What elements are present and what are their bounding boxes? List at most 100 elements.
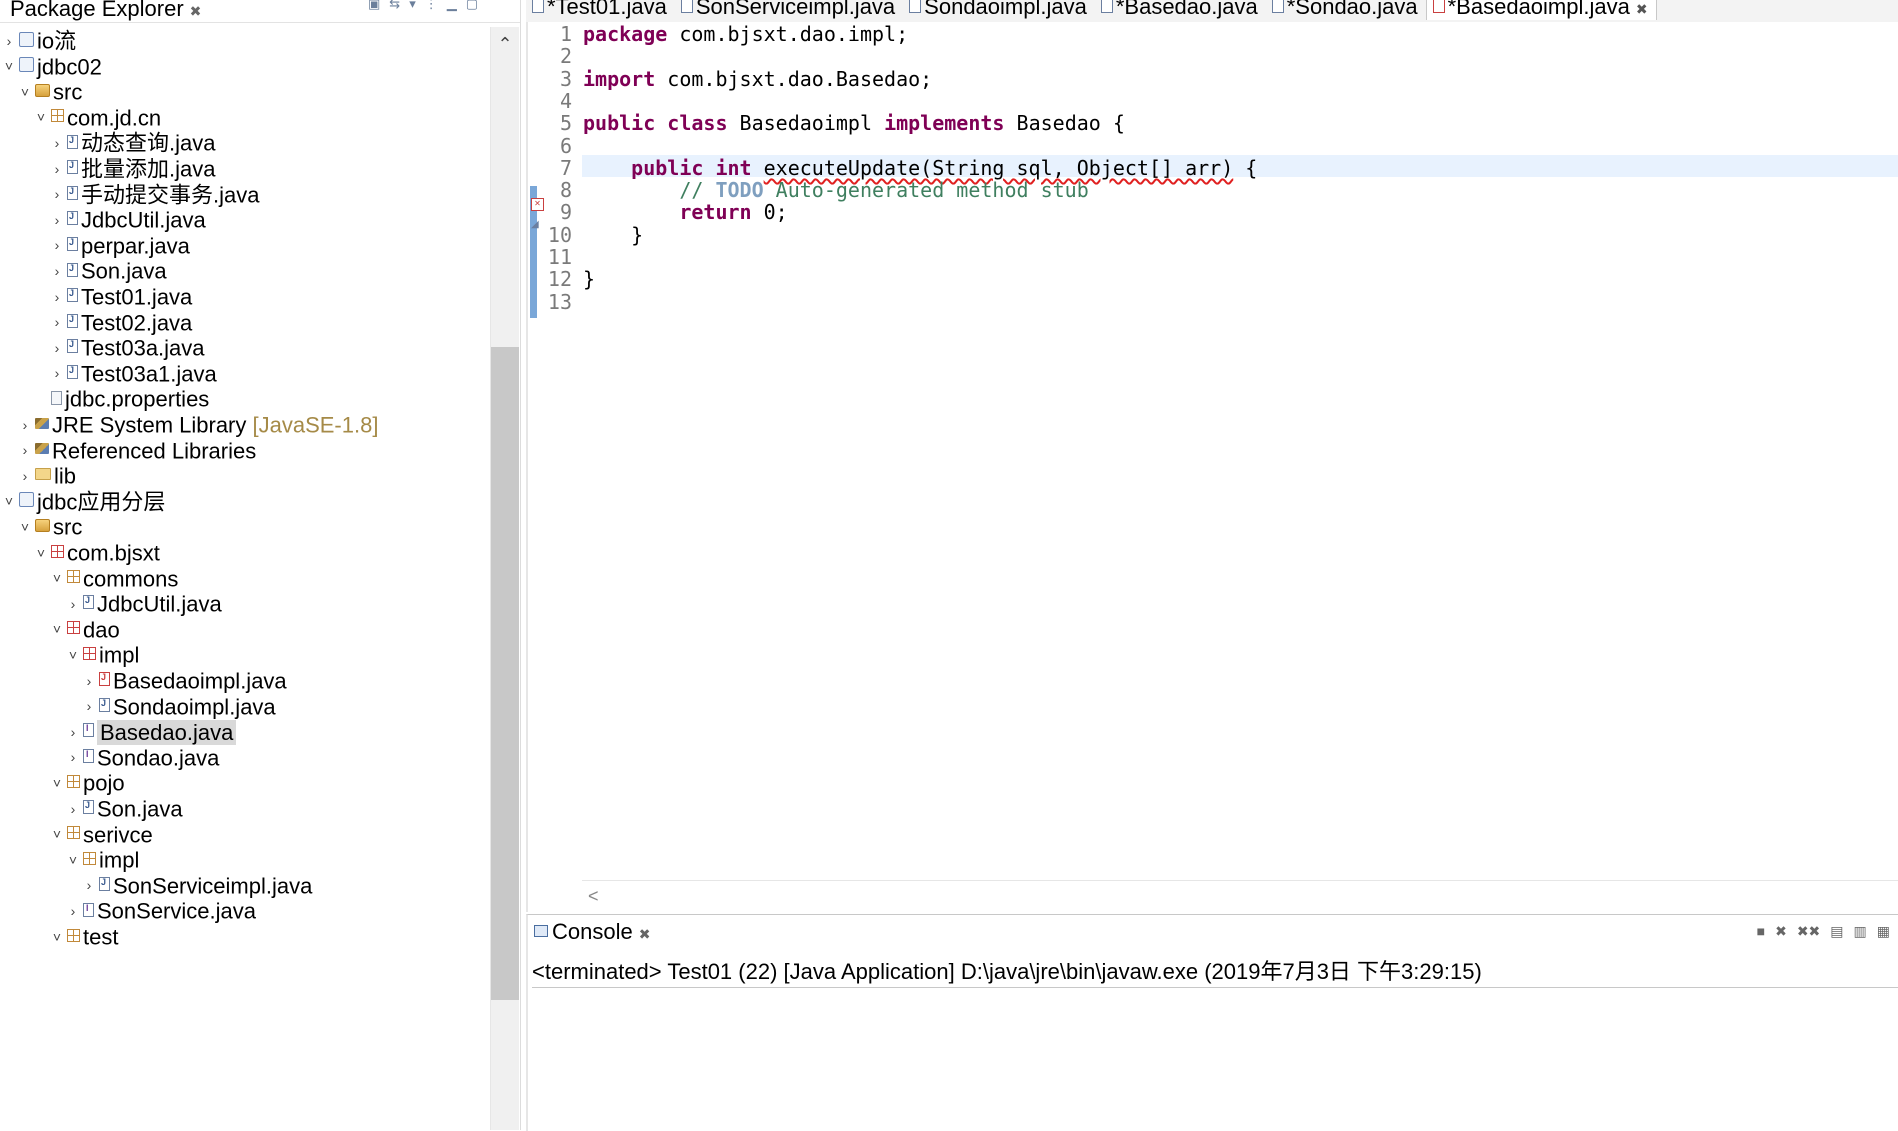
code-editor: *Test01.java SonServiceimpl.java Sondaoimp… <box>526 0 1898 912</box>
terminate-icon[interactable]: ■ <box>1757 923 1765 940</box>
line-number: 13 <box>547 289 572 314</box>
console-icon <box>534 925 548 937</box>
explorer-toolbar: ▣ ⇆ ▾ ⋮ ▁ ▢ <box>368 0 478 12</box>
console-tab-label: Console <box>552 919 633 944</box>
package-error-icon <box>83 647 96 661</box>
keyword-token: class <box>667 111 728 136</box>
package-icon <box>83 851 96 865</box>
close-icon[interactable]: ✖ <box>1636 1 1648 17</box>
console-tab[interactable]: Console ✖ <box>534 919 650 947</box>
maximize-icon[interactable]: ▢ <box>466 0 478 12</box>
link-with-editor-icon[interactable]: ⇆ <box>389 0 400 12</box>
java-file-icon <box>67 313 78 328</box>
editor-tab[interactable]: *Basedao.java <box>1095 0 1266 20</box>
code-line: public class Basedaoimpl implements Base… <box>583 110 1125 137</box>
editor-tab-label: *Test01.java <box>547 0 667 19</box>
code-token: Basedaoimpl <box>727 111 885 136</box>
remove-all-terminated-icon[interactable]: ✖✖ <box>1797 923 1820 940</box>
editor-tab[interactable]: SonServiceimpl.java <box>675 0 903 20</box>
close-icon[interactable]: ✖ <box>639 926 651 942</box>
console-toolbar: ■ ✖ ✖✖ ▤ ▥ ▦ <box>1757 923 1890 940</box>
package-icon <box>67 775 80 789</box>
java-file-icon <box>67 236 78 251</box>
scrollbar-thumb[interactable] <box>491 347 519 1000</box>
java-file-icon <box>99 697 110 712</box>
code-line: } <box>583 222 643 249</box>
console-view: Console ✖ ■ ✖ ✖✖ ▤ ▥ ▦ <terminated> Test0… <box>526 914 1898 1131</box>
java-file-icon <box>67 338 78 354</box>
java-interface-icon <box>83 748 94 763</box>
java-file-icon <box>67 159 78 175</box>
package-icon <box>51 109 64 123</box>
java-file-icon <box>67 210 78 226</box>
remove-launch-icon[interactable]: ✖ <box>1775 923 1787 940</box>
package-icon <box>67 570 80 584</box>
scroll-lock-icon[interactable]: ▥ <box>1854 923 1867 940</box>
comment-token: Auto-generated method stub <box>763 178 1089 203</box>
editor-tab[interactable]: *Test01.java <box>526 0 675 20</box>
java-file-error-icon <box>99 671 110 687</box>
package-icon <box>67 928 80 942</box>
java-file-icon <box>1100 0 1113 13</box>
keyword-token: implements <box>884 111 1005 136</box>
line-number-gutter: ✕ ◢ 1 2 3 4 5 6 7 8 9 10 11 12 13 <box>528 22 582 882</box>
console-status-line: <terminated> Test01 (22) [Java Applicati… <box>532 957 1898 988</box>
java-file-icon <box>67 134 78 149</box>
java-interface-icon <box>83 722 94 738</box>
view-menu-icon[interactable]: ⋮ <box>425 0 438 12</box>
tree-item[interactable]: ˅ test <box>48 920 119 953</box>
view-title: Package Explorer <box>10 0 184 21</box>
package-error-icon <box>67 621 80 635</box>
project-icon <box>19 492 34 508</box>
code-token: { <box>1233 155 1258 180</box>
keyword-token: public <box>583 111 656 136</box>
scroll-up-icon[interactable]: ⌃ <box>491 27 519 61</box>
editor-text-area[interactable]: ✕ ◢ 1 2 3 4 5 6 7 8 9 10 11 12 13 package com.bjsxt.… <box>526 22 1898 912</box>
java-file-icon <box>99 876 110 891</box>
tree-item-label: test <box>83 924 119 950</box>
editor-tab-label: Sondaoimpl.java <box>924 0 1087 19</box>
code-token: com.bjsxt.dao.impl; <box>667 22 909 46</box>
library-icon <box>35 417 49 429</box>
code-line: import com.bjsxt.dao.Basedao; <box>583 66 932 93</box>
filters-icon[interactable]: ▾ <box>409 0 416 12</box>
project-icon <box>19 57 34 73</box>
editor-tab[interactable]: *Sondao.java <box>1266 0 1426 20</box>
tree-item-label: Referenced Libraries <box>52 438 257 464</box>
package-icon <box>67 826 80 840</box>
clear-console-icon[interactable]: ▤ <box>1830 923 1843 940</box>
scroll-left-icon[interactable]: < <box>588 881 599 911</box>
editor-tab-label: SonServiceimpl.java <box>695 0 896 19</box>
editor-tab-label: *Basedaoimpl.java <box>1447 0 1630 19</box>
explorer-scrollbar[interactable]: ⌃ <box>490 27 519 1130</box>
editor-tab-label: *Sondao.java <box>1286 0 1418 19</box>
code-token: } <box>583 267 596 292</box>
horizontal-scrollbar[interactable]: < <box>582 880 1898 911</box>
java-file-icon <box>67 287 78 303</box>
folder-icon <box>35 468 51 481</box>
source-folder-icon <box>35 83 50 97</box>
java-file-icon <box>83 799 94 815</box>
project-icon <box>19 31 34 47</box>
java-file-icon <box>532 0 544 13</box>
expanded-arrow-icon[interactable]: ˅ <box>48 922 66 953</box>
code-token: 0; <box>751 200 788 225</box>
source-folder-icon <box>35 519 50 533</box>
properties-file-icon <box>51 390 62 405</box>
java-file-icon <box>1271 0 1284 13</box>
code-token: Basedao { <box>1004 111 1125 136</box>
editor-tab[interactable]: Sondaoimpl.java <box>903 0 1095 20</box>
keyword-token: import <box>583 66 656 91</box>
code-token: com.bjsxt.dao.Basedao; <box>655 66 933 91</box>
code-line: package com.bjsxt.dao.impl; <box>583 21 908 48</box>
code-token: } <box>583 222 644 247</box>
minimize-icon[interactable]: ▁ <box>447 0 457 12</box>
java-interface-icon <box>83 902 94 917</box>
pin-console-icon[interactable]: ▦ <box>1877 923 1890 940</box>
collapse-all-icon[interactable]: ▣ <box>368 0 380 12</box>
package-explorer-tab[interactable]: Package Explorer ✖ <box>10 0 201 23</box>
java-file-icon <box>909 0 922 13</box>
editor-tab[interactable]: *Basedaoimpl.java ✖ <box>1425 0 1657 20</box>
close-icon[interactable]: ✖ <box>190 3 202 19</box>
